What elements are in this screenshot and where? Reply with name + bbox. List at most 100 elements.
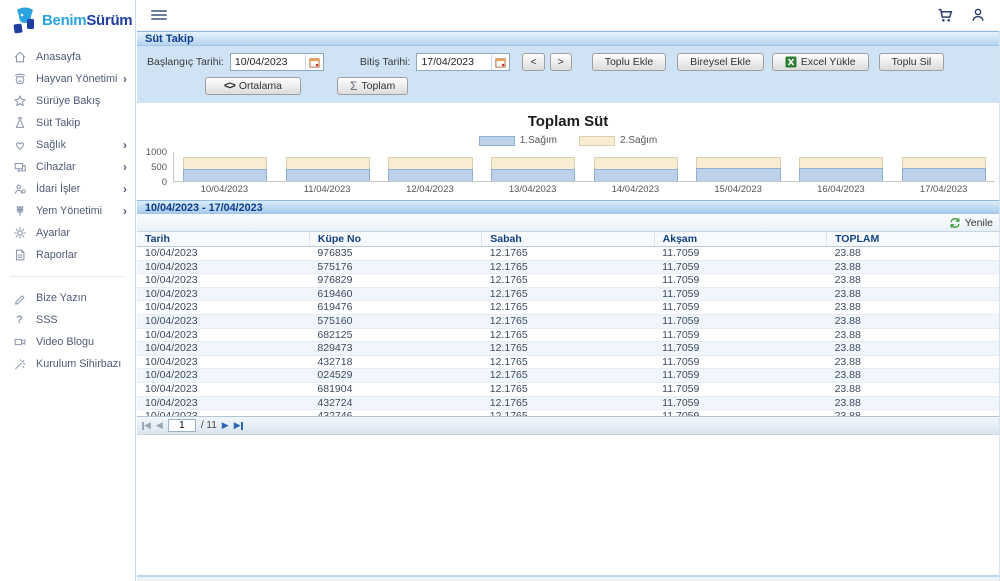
table-row[interactable]: 10/04/202397683512.176511.705923.88	[137, 247, 999, 261]
table-cell: 23.88	[827, 355, 999, 369]
legend-swatch	[479, 136, 515, 146]
toplu-ekle-button[interactable]: Toplu Ekle	[592, 53, 666, 71]
bar-segment-1.Sağım	[388, 169, 472, 181]
gear-icon	[12, 226, 27, 241]
excel-yukle-button[interactable]: Excel Yükle	[772, 53, 869, 71]
column-header-akşam[interactable]: Akşam	[654, 232, 826, 247]
sidebar-item-sürüye-bakış[interactable]: Sürüye Bakış	[0, 90, 135, 112]
cart-icon[interactable]	[937, 7, 954, 24]
table-cell: 681904	[309, 382, 481, 396]
legend-item: 2.Sağım	[579, 135, 657, 146]
stacked-bar[interactable]	[491, 157, 575, 181]
sidebar-item-raporlar[interactable]: Raporlar	[0, 244, 135, 266]
sidebar-item-süt-takip[interactable]: Süt Takip	[0, 112, 135, 134]
sidebar-item-sss[interactable]: ?SSS	[0, 309, 135, 331]
bar-segment-2.Sağım	[902, 157, 986, 168]
video-icon	[12, 335, 27, 350]
main-content: Süt Takip Başlangıç Tarihi: Bitiş Tarihi…	[137, 31, 1000, 581]
sidebar-item-i-dari-i-şler[interactable]: İdari İşler›	[0, 178, 135, 200]
stacked-bar[interactable]	[183, 157, 267, 181]
table-row[interactable]: 10/04/202361947612.176511.705923.88	[137, 301, 999, 315]
prev-period-button[interactable]: <	[522, 53, 544, 71]
end-date-input[interactable]	[417, 54, 491, 70]
sidebar-item-cihazlar[interactable]: Cihazlar›	[0, 156, 135, 178]
sidebar-item-video-blogu[interactable]: Video Blogu	[0, 331, 135, 353]
next-page-button[interactable]: ▶	[222, 421, 229, 430]
app-logo[interactable]: BenimSürüm	[0, 0, 135, 40]
sidebar-item-yem-yönetimi[interactable]: Yem Yönetimi›	[0, 200, 135, 222]
sigma-icon: Σ	[350, 79, 357, 93]
sidebar-item-hayvan-yönetimi[interactable]: Hayvan Yönetimi›	[0, 68, 135, 90]
bar-segment-1.Sağım	[799, 168, 883, 181]
table-cell: 10/04/2023	[137, 396, 309, 410]
stacked-bar[interactable]	[902, 157, 986, 181]
bar-segment-1.Sağım	[696, 168, 780, 181]
toplu-sil-button[interactable]: Toplu Sil	[879, 53, 945, 71]
ortalama-button[interactable]: <> Ortalama	[205, 77, 301, 95]
table-row[interactable]: 10/04/202343272412.176511.705923.88	[137, 396, 999, 410]
sidebar-item-label: Bize Yazın	[36, 292, 127, 304]
table-row[interactable]: 10/04/202361946012.176511.705923.88	[137, 287, 999, 301]
column-header-toplam[interactable]: TOPLAM	[827, 232, 999, 247]
table-toolbar: Yenile	[137, 214, 999, 232]
bireysel-ekle-button[interactable]: Bireysel Ekle	[677, 53, 764, 71]
prev-page-button[interactable]: ◀	[156, 421, 163, 430]
hamburger-menu-icon[interactable]	[151, 8, 167, 22]
home-icon	[12, 50, 27, 65]
table-row[interactable]: 10/04/202357516012.176511.705923.88	[137, 314, 999, 328]
bar-segment-2.Sağım	[183, 157, 267, 169]
table-row[interactable]: 10/04/202357517612.176511.705923.88	[137, 260, 999, 274]
table-cell: 23.88	[827, 328, 999, 342]
column-header-sabah[interactable]: Sabah	[482, 232, 654, 247]
stacked-bar[interactable]	[799, 157, 883, 181]
report-icon	[12, 248, 27, 263]
last-page-button[interactable]: ▶	[234, 421, 243, 430]
chevron-right-icon: ›	[123, 182, 127, 196]
table-cell: 23.88	[827, 287, 999, 301]
table-cell: 23.88	[827, 382, 999, 396]
refresh-button[interactable]: Yenile	[949, 217, 993, 229]
bar-slot	[482, 152, 585, 181]
stacked-bar[interactable]	[388, 157, 472, 181]
topbar	[137, 0, 1000, 31]
bar-segment-2.Sağım	[696, 157, 780, 168]
sidebar: BenimSürüm AnasayfaHayvan Yönetimi›Sürüy…	[0, 0, 136, 581]
sidebar-item-ayarlar[interactable]: Ayarlar	[0, 222, 135, 244]
sidebar-item-sağlık[interactable]: Sağlık›	[0, 134, 135, 156]
column-header-tarih[interactable]: Tarih	[137, 232, 309, 247]
bar-segment-1.Sağım	[491, 169, 575, 181]
legend-swatch	[579, 136, 615, 146]
pagination-bar: ◀ ◀ / 11 ▶ ▶	[137, 416, 999, 435]
end-date-calendar-icon[interactable]	[491, 54, 509, 70]
sidebar-item-anasayfa[interactable]: Anasayfa	[0, 46, 135, 68]
start-date-calendar-icon[interactable]	[305, 54, 323, 70]
next-period-button[interactable]: >	[550, 53, 572, 71]
sidebar-item-bize-yazın[interactable]: Bize Yazın	[0, 287, 135, 309]
start-date-label: Başlangıç Tarihi:	[147, 56, 224, 68]
start-date-input[interactable]	[231, 54, 305, 70]
table-cell: 12.1765	[482, 355, 654, 369]
table-row[interactable]: 10/04/202382947312.176511.705923.88	[137, 342, 999, 356]
stacked-bar[interactable]	[696, 157, 780, 181]
table-cell: 23.88	[827, 247, 999, 261]
sidebar-item-kurulum-sihirbazı[interactable]: Kurulum Sihirbazı	[0, 353, 135, 375]
stacked-bar[interactable]	[594, 157, 678, 181]
table-row[interactable]: 10/04/202368212512.176511.705923.88	[137, 328, 999, 342]
table-row[interactable]: 10/04/202368190412.176511.705923.88	[137, 382, 999, 396]
toplam-button[interactable]: Σ Toplam	[337, 77, 408, 95]
stacked-bar[interactable]	[286, 157, 370, 181]
first-page-button[interactable]: ◀	[142, 421, 151, 430]
column-header-küpe-no[interactable]: Küpe No	[309, 232, 481, 247]
table-row[interactable]: 10/04/202343271812.176511.705923.88	[137, 355, 999, 369]
page-number-input[interactable]	[168, 419, 196, 432]
table-cell: 11.7059	[654, 314, 826, 328]
table-row[interactable]: 10/04/202397682912.176511.705923.88	[137, 274, 999, 288]
chevron-right-icon: ›	[123, 160, 127, 174]
sidebar-item-label: Video Blogu	[36, 336, 127, 348]
sidebar-item-label: Süt Takip	[36, 117, 127, 129]
table-row[interactable]: 10/04/202302452912.176511.705923.88	[137, 369, 999, 383]
app-title: BenimSürüm	[42, 12, 132, 29]
star-icon	[12, 94, 27, 109]
chart-panel: Toplam Süt 1.Sağım2.Sağım 05001000 10/04…	[137, 103, 999, 200]
user-icon[interactable]	[970, 7, 986, 23]
